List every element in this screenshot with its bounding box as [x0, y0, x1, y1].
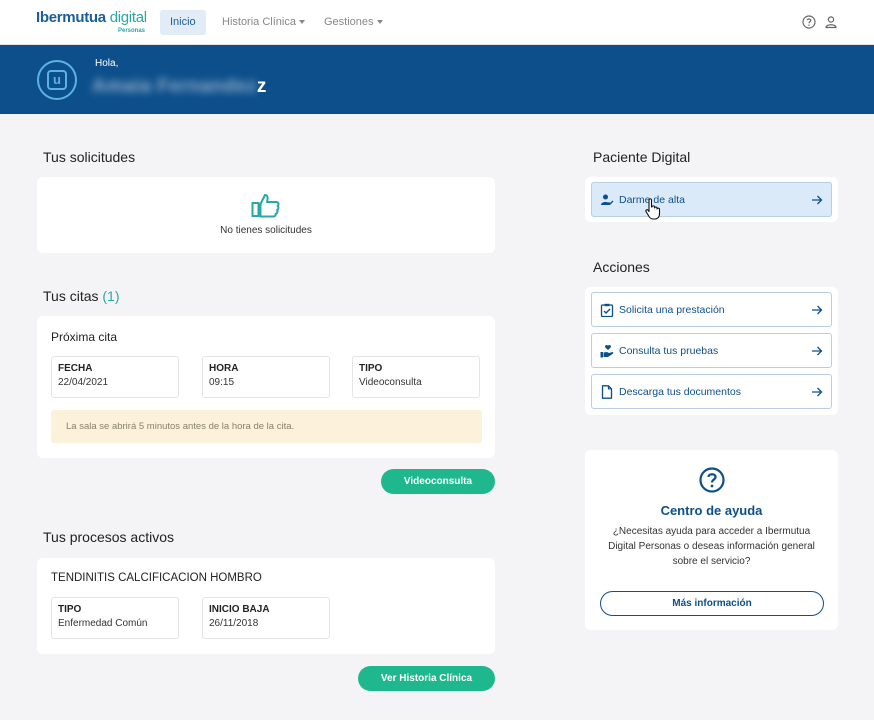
ayuda-text-line: ¿Necesitas ayuda para acceder a Ibermutu… — [612, 526, 811, 537]
nav-item-label: Inicio — [170, 16, 196, 28]
action-label: Descarga tus documentos — [619, 386, 741, 398]
procesos-title: Tus procesos activos — [43, 529, 174, 545]
paciente-digital-card: Darme de alta — [585, 177, 838, 222]
action-label: Consulta tus pruebas — [619, 345, 719, 357]
paciente-digital-title: Paciente Digital — [593, 149, 691, 165]
action-label: Solicita una prestación — [619, 304, 725, 316]
help-circle-icon — [699, 467, 725, 493]
field-value: 26/11/2018 — [209, 618, 259, 629]
user-icon[interactable] — [824, 15, 838, 29]
citas-card: Próxima cita FECHA 22/04/2021 HORA 09:15… — [37, 316, 495, 458]
videoconsulta-button[interactable]: Videoconsulta — [381, 469, 495, 494]
cita-field-hora: HORA 09:15 — [202, 356, 330, 398]
solicitudes-card: No tienes solicitudes — [37, 177, 495, 253]
ver-historia-clinica-button[interactable]: Ver Historia Clínica — [358, 666, 495, 691]
welcome-banner: u Hola, Amaia Fernandezz — [0, 45, 874, 114]
darme-de-alta-button[interactable]: Darme de alta — [591, 182, 832, 217]
ayuda-text-line: sobre el servicio? — [672, 556, 751, 567]
solicitudes-empty-text: No tienes solicitudes — [220, 225, 312, 236]
user-name-blurred: Amaia Fernandez — [92, 76, 257, 97]
arrow-right-icon — [812, 346, 823, 356]
proceso-field-inicio-baja: INICIO BAJA 26/11/2018 — [202, 597, 330, 639]
logo-digital: digital — [109, 9, 147, 26]
citas-title: Tus citas (1) — [43, 288, 120, 304]
user-name-tail: z — [256, 76, 267, 97]
caret-down-icon — [298, 20, 305, 25]
caret-down-icon — [376, 20, 383, 25]
ayuda-text-line: Digital Personas o deseas información ge… — [608, 541, 815, 552]
acciones-card: Solicita una prestación Consulta tus pru… — [585, 287, 838, 415]
field-value: Enfermedad Común — [58, 618, 148, 629]
cita-field-tipo: TIPO Videoconsulta — [352, 356, 480, 398]
descarga-documentos-button[interactable]: Descarga tus documentos — [591, 374, 832, 409]
nav-item-historia-clinica[interactable]: Historia Clínica — [212, 10, 315, 35]
cita-notice: La sala se abrirá 5 minutos antes de la … — [51, 410, 482, 443]
proceso-field-tipo: TIPO Enfermedad Común — [51, 597, 179, 639]
centro-ayuda-card: Centro de ayuda ¿Necesitas ayuda para ac… — [585, 450, 838, 630]
field-label: HORA — [209, 363, 239, 374]
thumbs-up-icon — [251, 194, 280, 218]
solicita-prestacion-button[interactable]: Solicita una prestación — [591, 292, 832, 327]
acciones-title: Acciones — [593, 259, 650, 275]
clipboard-check-icon — [600, 303, 614, 317]
greeting: Hola, — [95, 58, 119, 69]
user-name: Amaia Fernandezz — [92, 76, 267, 98]
field-label: TIPO — [58, 604, 82, 615]
document-icon — [601, 385, 613, 399]
field-label: INICIO BAJA — [209, 604, 270, 615]
cita-field-fecha: FECHA 22/04/2021 — [51, 356, 179, 398]
process-name: TENDINITIS CALCIFICACION HOMBRO — [51, 572, 262, 584]
ibermutua-logo[interactable]: Ibermutua digital Personas — [36, 9, 147, 34]
top-navigation-bar: Ibermutua digital Personas Inicio Histor… — [0, 0, 874, 45]
centro-ayuda-title: Centro de ayuda — [660, 503, 763, 518]
avatar: u — [37, 60, 77, 100]
arrow-right-icon — [812, 387, 823, 397]
consulta-pruebas-button[interactable]: Consulta tus pruebas — [591, 333, 832, 368]
field-value: Videoconsulta — [359, 377, 422, 388]
field-value: 09:15 — [209, 377, 235, 388]
user-check-icon — [601, 194, 614, 205]
field-label: TIPO — [359, 363, 383, 374]
solicitudes-title: Tus solicitudes — [43, 149, 136, 165]
proxima-cita-title: Próxima cita — [51, 330, 118, 344]
nav-item-label: Historia Clínica — [222, 16, 296, 28]
centro-ayuda-text: ¿Necesitas ayuda para acceder a Ibermutu… — [585, 524, 838, 569]
logo-sub: Personas — [118, 28, 146, 34]
nav-item-inicio[interactable]: Inicio — [160, 10, 206, 35]
field-value: 22/04/2021 — [58, 377, 109, 388]
citas-count: (1) — [102, 288, 120, 304]
citas-title-text: Tus citas — [43, 288, 99, 304]
field-label: FECHA — [58, 363, 93, 374]
hand-heart-icon — [600, 345, 614, 358]
arrow-right-icon — [812, 305, 823, 315]
nav-item-gestiones[interactable]: Gestiones — [314, 10, 393, 35]
mas-informacion-button[interactable]: Más información — [600, 591, 824, 616]
procesos-card: TENDINITIS CALCIFICACION HOMBRO TIPO Enf… — [37, 558, 495, 654]
arrow-right-icon — [812, 195, 823, 205]
logo-brand: Ibermutua — [36, 9, 106, 26]
ibermutua-mark-icon: u — [47, 70, 67, 90]
hand-cursor-icon — [645, 198, 661, 220]
help-circle-icon[interactable] — [802, 15, 816, 29]
nav-item-label: Gestiones — [324, 16, 374, 28]
